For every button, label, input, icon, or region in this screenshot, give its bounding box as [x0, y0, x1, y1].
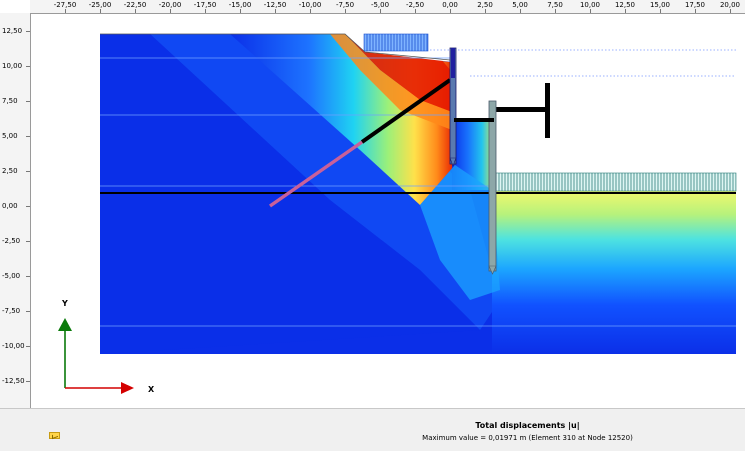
horizontal-ruler: -27,50 -25,00 -22,50 -20,00 -17,50 -15,00 -12,… [30, 0, 745, 14]
x-tick-mark [310, 9, 311, 13]
x-tick-mark [450, 9, 451, 13]
y-tick-label: -10,00 [2, 342, 25, 350]
x-tick-mark [100, 9, 101, 13]
result-max-value: Maximum value = 0,01971 m (Element 310 a… [422, 434, 633, 442]
x-tick-label: 17,50 [684, 1, 706, 9]
x-tick-label: -27,50 [53, 1, 77, 9]
y-tick-mark [26, 31, 30, 32]
axis-x-arrowhead [121, 382, 134, 394]
x-tick-label: -20,00 [158, 1, 182, 9]
y-tick-label: -12,50 [2, 377, 25, 385]
vertical-ruler: 12,50 10,00 7,50 5,00 2,50 0,00 -2,50 -5,00 -7,5… [0, 13, 31, 408]
y-tick-mark [26, 241, 30, 242]
x-tick-label: -7,50 [335, 1, 355, 9]
air-left-top [100, 30, 330, 34]
x-tick-mark [695, 9, 696, 13]
y-tick-label: 2,50 [2, 167, 18, 175]
x-tick-mark [380, 9, 381, 13]
x-tick-mark [170, 9, 171, 13]
x-tick-mark [65, 9, 66, 13]
y-tick-label: -2,50 [2, 237, 21, 245]
x-tick-label: -12,50 [263, 1, 287, 9]
x-tick-mark [135, 9, 136, 13]
x-tick-label: 10,00 [579, 1, 601, 9]
y-tick-mark [26, 276, 30, 277]
y-tick-label: 12,50 [2, 27, 23, 35]
x-tick-mark [345, 9, 346, 13]
x-tick-label: 2,50 [477, 1, 493, 9]
y-tick-mark [26, 101, 30, 102]
surcharge-load-top [363, 33, 429, 52]
x-tick-label: -17,50 [193, 1, 217, 9]
y-tick-label: -5,00 [2, 272, 21, 280]
x-tick-label: 15,00 [649, 1, 671, 9]
x-tick-label: 0,00 [442, 1, 458, 9]
x-tick-label: 12,50 [614, 1, 636, 9]
y-tick-mark [26, 206, 30, 207]
status-panel: Total displacements |u| Maximum value = … [0, 408, 745, 451]
x-tick-mark [555, 9, 556, 13]
x-tick-mark [625, 9, 626, 13]
y-tick-mark [26, 66, 30, 67]
x-tick-mark [205, 9, 206, 13]
x-tick-label: -5,00 [370, 1, 390, 9]
x-tick-label: -2,50 [405, 1, 425, 9]
x-tick-label: -22,50 [123, 1, 147, 9]
axis-x-label: X [148, 385, 155, 394]
retaining-wall-upper-head [451, 48, 455, 78]
x-tick-label: -15,00 [228, 1, 252, 9]
x-tick-mark [730, 9, 731, 13]
y-tick-label: 0,00 [2, 202, 18, 210]
x-tick-mark [520, 9, 521, 13]
x-tick-mark [415, 9, 416, 13]
y-tick-mark [26, 381, 30, 382]
y-tick-label: -7,50 [2, 307, 21, 315]
strut [496, 107, 548, 112]
x-tick-mark [240, 9, 241, 13]
y-tick-mark [26, 311, 30, 312]
y-tick-mark [26, 171, 30, 172]
y-tick-label: 5,00 [2, 132, 18, 140]
model-viewport[interactable]: Y X -27,50 -25,00 -22,50 -20,00 -17,50 -15,00… [0, 0, 745, 408]
x-tick-mark [590, 9, 591, 13]
x-tick-label: -10,00 [298, 1, 322, 9]
y-tick-label: 10,00 [2, 62, 23, 70]
retaining-wall-lower [488, 100, 497, 272]
y-tick-mark [26, 136, 30, 137]
x-tick-mark [660, 9, 661, 13]
berm-slab [454, 118, 494, 122]
strut-end-plate [545, 83, 550, 138]
x-tick-mark [275, 9, 276, 13]
y-tick-mark [26, 346, 30, 347]
axis-y-label: Y [62, 299, 68, 308]
surcharge-load-excavation [495, 172, 737, 192]
axis-y-arrowhead [58, 318, 72, 331]
x-tick-label: 7,50 [547, 1, 563, 9]
x-tick-label: 20,00 [719, 1, 741, 9]
displacement-plot[interactable] [0, 0, 745, 408]
contour-band-excavation [492, 190, 736, 354]
y-tick-label: 7,50 [2, 97, 18, 105]
x-tick-mark [485, 9, 486, 13]
x-tick-label: -25,00 [88, 1, 112, 9]
message-envelope-icon[interactable] [49, 432, 60, 439]
x-tick-label: 5,00 [512, 1, 528, 9]
result-title: Total displacements |u| [475, 421, 580, 430]
